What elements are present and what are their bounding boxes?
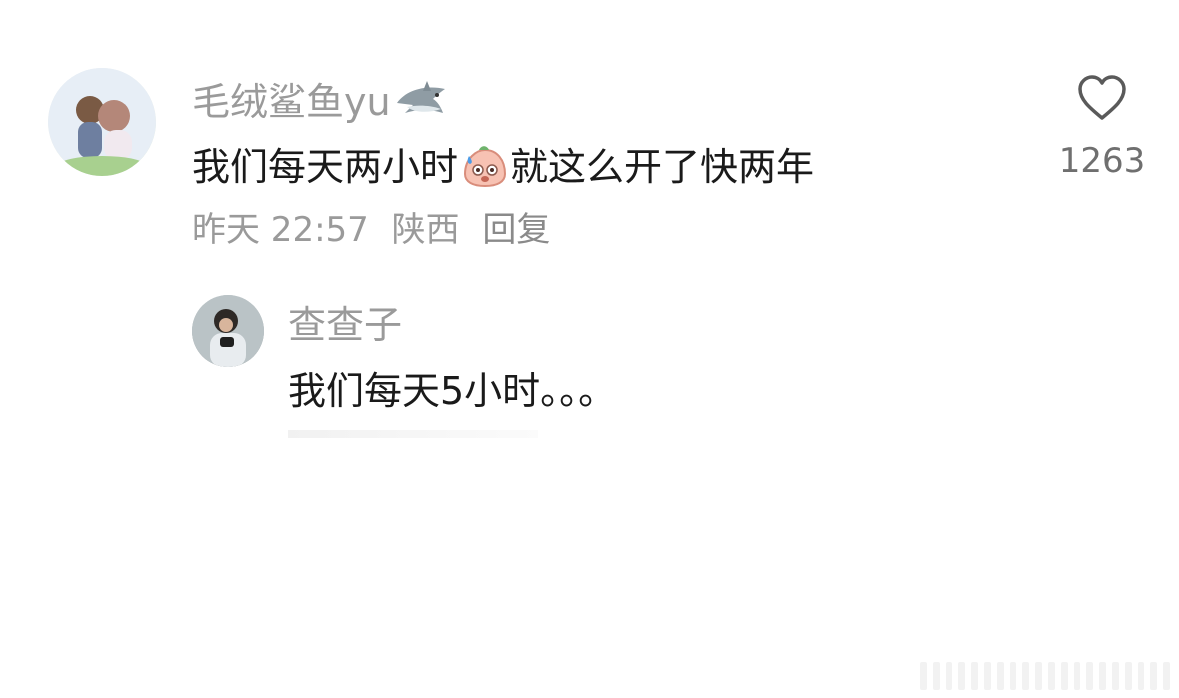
comment-location: 陕西 [391, 210, 460, 250]
comment-thread: 毛绒鲨鱼yu 我们每天两小时 就这么开了快两年 昨天 22:57 陕西 回复 1… [0, 0, 1179, 698]
comment-text-after-emoji: 就这么开了快两年 [510, 145, 815, 189]
comment-text: 我们每天两小时 就这么开了快两年 [192, 144, 814, 188]
comment-meta: 昨天 22:57 陕西 回复 [192, 213, 562, 247]
comment-time: 昨天 22:57 [192, 210, 369, 250]
reply-button[interactable]: 回复 [482, 210, 550, 250]
comment-text-before-emoji: 我们每天两小时 [192, 145, 459, 189]
commenter-avatar[interactable] [48, 68, 156, 176]
reply-avatar[interactable] [192, 295, 264, 367]
commenter-username[interactable]: 毛绒鲨鱼yu [192, 79, 451, 123]
shark-icon [393, 79, 451, 123]
cut-off-content [288, 430, 538, 438]
like-count: 1263 [1058, 141, 1146, 181]
like-button[interactable]: 1263 [1052, 74, 1152, 178]
commenter-username-text: 毛绒鲨鱼yu [192, 80, 391, 124]
reply-text: 我们每天5小时。。。 [288, 369, 617, 413]
watermark-bars [920, 658, 1170, 690]
reply-username[interactable]: 查查子 [288, 306, 402, 344]
sweating-face-emoji-icon [459, 144, 509, 188]
heart-icon [1078, 75, 1126, 120]
